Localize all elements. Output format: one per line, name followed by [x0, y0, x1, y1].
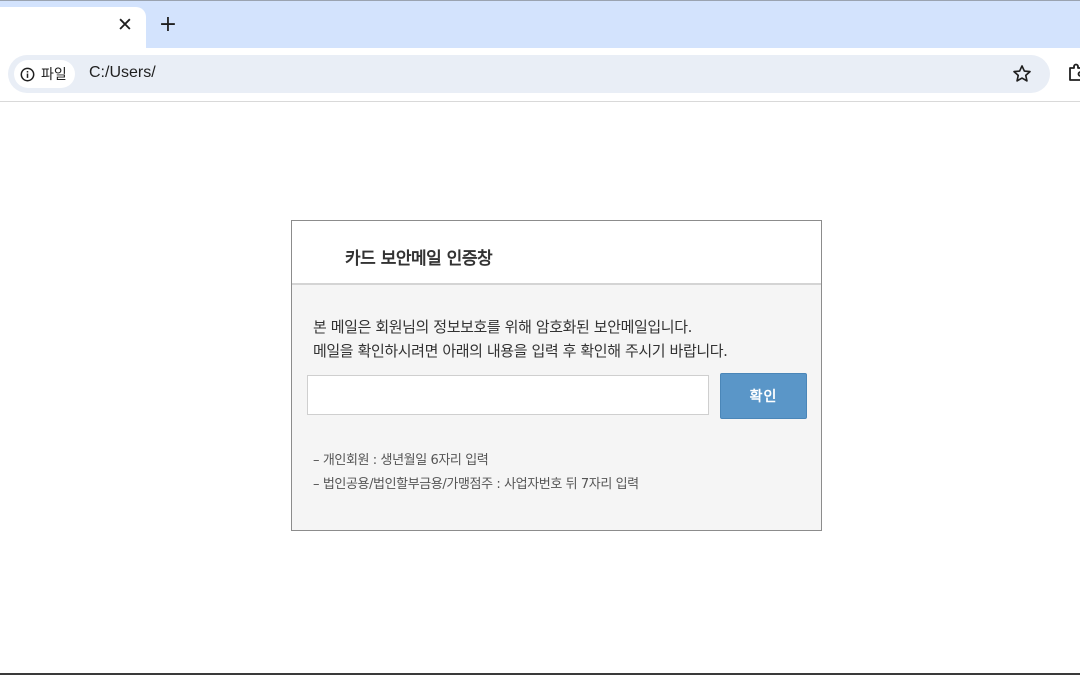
url-text[interactable]: C:/Users/ [89, 64, 156, 82]
dialog-header: 카드 보안메일 인증창 [292, 221, 821, 285]
close-icon[interactable]: ✕ [116, 15, 134, 35]
site-chip-label: 파일 [41, 67, 67, 83]
verification-input[interactable] [307, 375, 709, 415]
address-bar[interactable]: 파일 C:/Users/ [8, 55, 1050, 93]
page-content: 카드 보안메일 인증창 본 메일은 회원님의 정보보호를 위해 암호화된 보안메… [0, 102, 1080, 675]
note-line: – 개인회원 : 생년월일 6자리 입력 [313, 453, 489, 468]
active-tab[interactable]: ✕ [0, 7, 146, 49]
toolbar: 파일 C:/Users/ [0, 48, 1080, 102]
dialog-title: 카드 보안메일 인증창 [345, 249, 493, 269]
security-mail-dialog: 카드 보안메일 인증창 본 메일은 회원님의 정보보호를 위해 암호화된 보안메… [291, 220, 822, 531]
note-line: – 법인공용/법인할부금용/가맹점주 : 사업자번호 뒤 7자리 입력 [313, 477, 639, 492]
confirm-button[interactable]: 확인 [720, 373, 807, 419]
site-info-chip[interactable]: 파일 [14, 60, 75, 88]
dialog-notes: – 개인회원 : 생년월일 6자리 입력 – 법인공용/법인할부금용/가맹점주 … [313, 449, 639, 497]
dialog-description: 본 메일은 회원님의 정보보호를 위해 암호화된 보안메일입니다. 메일을 확인… [313, 315, 728, 363]
description-line: 본 메일은 회원님의 정보보호를 위해 암호화된 보안메일입니다. [313, 318, 692, 336]
star-icon[interactable] [1011, 63, 1033, 85]
puzzle-icon[interactable] [1066, 62, 1080, 84]
info-icon [20, 67, 35, 81]
browser-window: ✕ + 파일 C:/Users/ 카드 보안메일 인증창 본 메일은 회원님의 … [0, 0, 1080, 675]
new-tab-button[interactable]: + [157, 13, 179, 37]
description-line: 메일을 확인하시려면 아래의 내용을 입력 후 확인해 주시기 바랍니다. [313, 342, 728, 360]
tab-strip: ✕ + [0, 0, 1080, 49]
